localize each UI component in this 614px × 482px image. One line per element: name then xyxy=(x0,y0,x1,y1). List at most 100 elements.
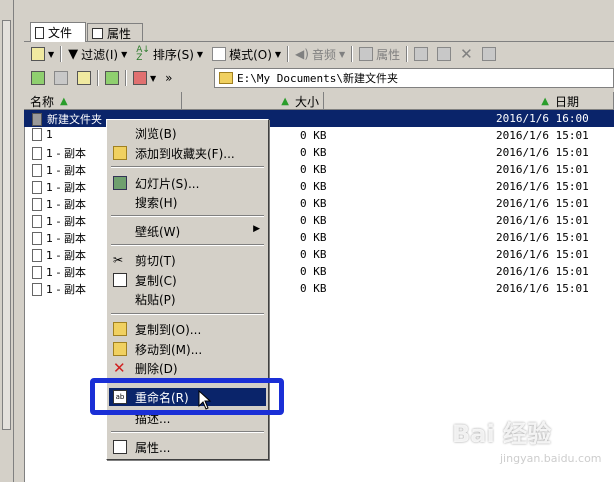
audio-button[interactable]: ◀) 音频 ▼ xyxy=(292,45,348,63)
file-name: 1 - 副本 xyxy=(46,147,86,160)
toolbar-separator xyxy=(287,46,290,62)
menu-item-copy-to[interactable]: 复制到(O)... xyxy=(109,320,266,338)
refresh-button[interactable] xyxy=(102,69,122,87)
menu-item-label: 浏览(B) xyxy=(135,127,177,141)
tab-file[interactable]: 文件 xyxy=(30,22,86,42)
file-size: 0 KB xyxy=(300,197,327,210)
properties-label: 属性 xyxy=(376,47,401,62)
tab-file-label: 文件 xyxy=(48,26,73,40)
menu-item-copy[interactable]: 复制(C) xyxy=(109,271,266,289)
file-name-cell: 1 - 副本 xyxy=(32,145,86,161)
sort-ascending-icon: ▲ xyxy=(541,95,549,107)
menu-item-paste[interactable]: 粘贴(P) xyxy=(109,290,266,308)
column-name-header[interactable]: 名称 ▲ xyxy=(24,92,182,110)
menu-item-slideshow[interactable]: 幻灯片(S)... xyxy=(109,174,266,192)
rename-icon xyxy=(481,47,496,61)
mode-button[interactable]: 模式(O) ▼ xyxy=(209,45,284,63)
file-name: 1 - 副本 xyxy=(46,181,86,194)
copy-icon xyxy=(414,47,429,61)
chevron-down-icon: ▼ xyxy=(48,49,55,59)
file-name-cell: 1 - 副本 xyxy=(32,264,86,280)
file-name: 1 - 副本 xyxy=(46,249,86,262)
menu-separator xyxy=(111,166,264,168)
toolbar-separator xyxy=(351,46,354,62)
left-pane-scrollbar[interactable] xyxy=(2,20,11,430)
more-button[interactable]: » xyxy=(162,69,175,87)
filter-button[interactable]: ▼ 过滤(I) ▼ xyxy=(65,45,130,63)
move-to-folder-icon xyxy=(113,342,127,356)
file-date: 2016/1/6 15:01 xyxy=(496,163,589,176)
address-bar[interactable]: E:\My Documents\新建文件夹 xyxy=(214,68,614,88)
camera-icon xyxy=(54,71,68,85)
baidu-watermark-url: jingyan.baidu.com xyxy=(500,452,602,465)
menu-item-label: 剪切(T) xyxy=(135,254,176,268)
file-name-cell: 1 - 副本 xyxy=(32,213,86,229)
properties-icon xyxy=(359,47,374,61)
file-name-cell: 1 - 副本 xyxy=(32,196,86,212)
menu-item-label: 粘贴(P) xyxy=(135,293,176,307)
navigation-toolbar: ▼ » xyxy=(24,67,214,89)
tab-properties[interactable]: 属性 xyxy=(87,23,143,42)
menu-item-label: 搜索(H) xyxy=(135,196,178,210)
paste-icon xyxy=(437,47,452,61)
column-size-header[interactable]: ▲ 大小 xyxy=(182,92,324,110)
menu-item-label: 添加到收藏夹(F)... xyxy=(135,147,235,161)
file-name: 1 - 副本 xyxy=(46,283,86,296)
rename-toolbar-button[interactable] xyxy=(479,45,499,63)
file-name: 新建文件夹 xyxy=(46,111,103,127)
properties-button[interactable]: 属性 xyxy=(356,45,403,63)
column-date-header[interactable]: ▲ 日期 xyxy=(324,92,614,110)
tab-divider xyxy=(24,41,614,42)
menu-item-properties[interactable]: 属性... xyxy=(109,438,266,456)
delete-toolbar-button[interactable]: ✕ xyxy=(457,45,476,63)
menu-item-delete[interactable]: ✕ 删除(D) xyxy=(109,359,266,377)
file-size: 0 KB xyxy=(300,265,327,278)
file-name-cell: 1 - 副本 xyxy=(32,179,86,195)
menu-item-add-favorites[interactable]: 添加到收藏夹(F)... xyxy=(109,144,266,162)
file-size: 0 KB xyxy=(300,248,327,261)
up-folder-button[interactable] xyxy=(74,69,94,87)
menu-separator xyxy=(111,431,264,433)
file-name-cell: 新建文件夹 xyxy=(32,111,103,127)
menu-item-label: 幻灯片(S)... xyxy=(135,177,200,191)
sort-az-icon: A↓ Z xyxy=(136,45,150,63)
folder-icon xyxy=(31,47,45,61)
folder-options-button[interactable]: ▼ xyxy=(28,45,57,63)
menu-item-browse[interactable]: 浏览(B) xyxy=(109,124,266,142)
sort-ascending-icon: ▲ xyxy=(281,95,289,107)
annotation-highlight-box xyxy=(90,378,284,415)
menu-item-wallpaper[interactable]: 壁纸(W) ▶ xyxy=(109,222,266,240)
file-name: 1 - 副本 xyxy=(46,266,86,279)
menu-item-cut[interactable]: ✂ 剪切(T) xyxy=(109,251,266,269)
back-button[interactable] xyxy=(28,69,48,87)
copy-icon xyxy=(113,273,127,287)
toolbar-separator xyxy=(125,70,127,86)
file-date: 2016/1/6 15:01 xyxy=(496,282,589,295)
camera-button[interactable] xyxy=(51,69,71,87)
favorites-button[interactable]: ▼ xyxy=(130,69,159,87)
menu-item-search[interactable]: 搜索(H) xyxy=(109,193,266,211)
menu-item-label: 复制到(O)... xyxy=(135,323,202,337)
column-size-label: 大小 xyxy=(294,94,319,109)
menu-separator xyxy=(111,215,264,217)
file-date: 2016/1/6 15:01 xyxy=(496,129,589,142)
sort-label: 排序(S) xyxy=(152,47,194,62)
file-name: 1 xyxy=(46,128,53,141)
copy-toolbar-button[interactable] xyxy=(411,45,431,63)
paste-toolbar-button[interactable] xyxy=(434,45,454,63)
left-pane-splitter[interactable] xyxy=(0,0,14,482)
properties-icon xyxy=(113,440,127,454)
file-icon xyxy=(32,231,42,245)
sort-button[interactable]: A↓ Z 排序(S) ▼ xyxy=(133,45,206,63)
back-icon xyxy=(31,71,45,85)
file-icon xyxy=(32,265,42,279)
properties-grid-icon xyxy=(92,27,103,39)
menu-item-label: 复制(C) xyxy=(135,274,177,288)
file-name-cell: 1 - 副本 xyxy=(32,230,86,246)
file-size: 0 KB xyxy=(300,214,327,227)
toolbar-separator xyxy=(406,46,409,62)
menu-item-move-to[interactable]: 移动到(M)... xyxy=(109,340,266,358)
favorites-icon xyxy=(133,71,147,85)
speaker-icon: ◀) xyxy=(295,47,309,61)
chevron-down-icon: ▼ xyxy=(338,49,346,59)
